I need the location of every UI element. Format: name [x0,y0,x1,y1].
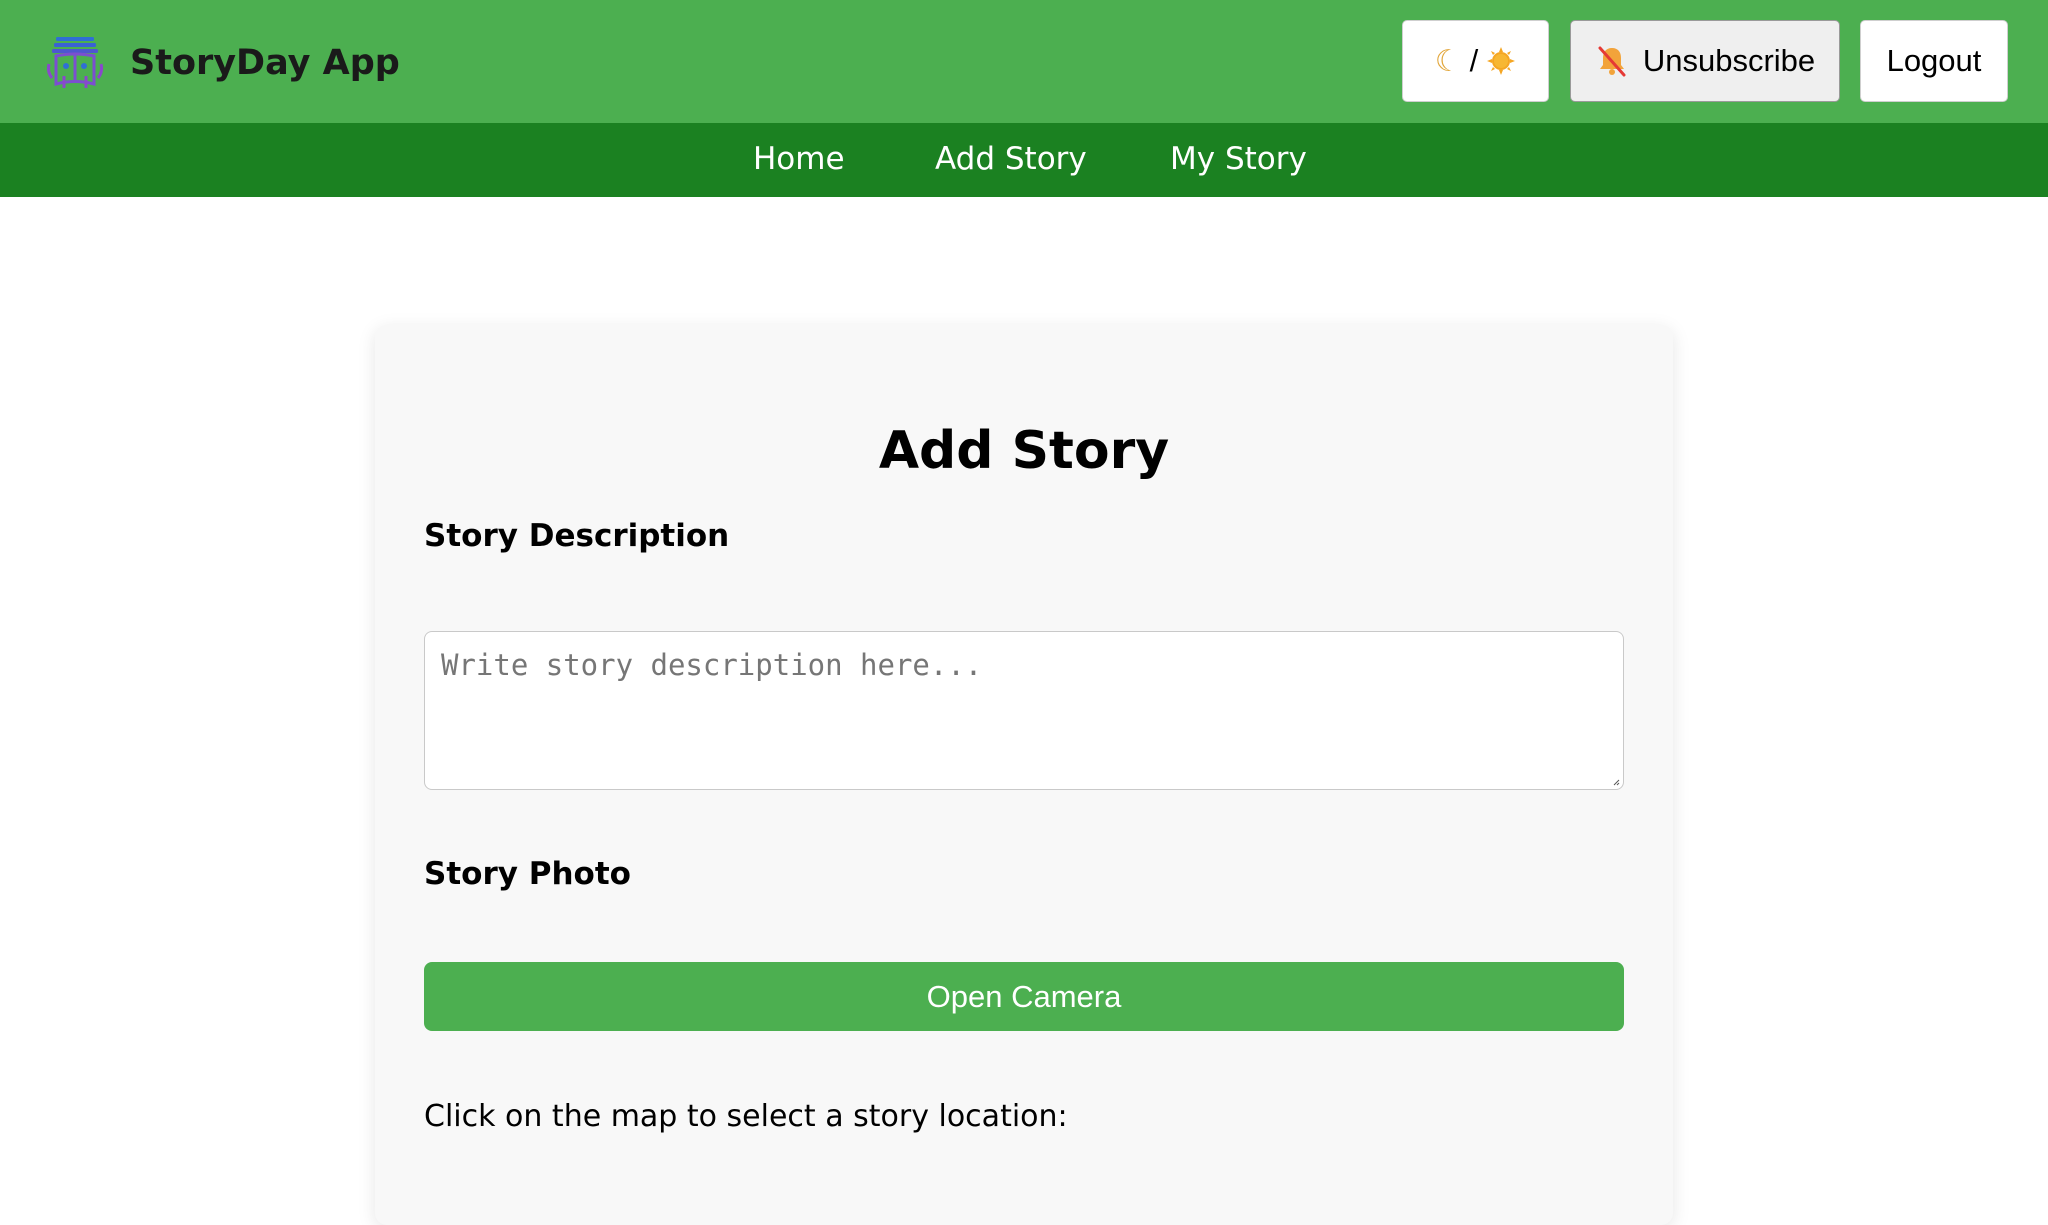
theme-toggle-button[interactable]: ☾ / [1402,20,1549,102]
brand: StoryDay App [44,28,400,98]
nav-item-my-story[interactable]: My Story [1170,141,1307,177]
story-photo-label: Story Photo [424,856,631,892]
logout-button[interactable]: Logout [1860,20,2008,102]
app-title: StoryDay App [130,43,400,83]
resize-handle-icon[interactable] [1612,778,1620,786]
story-description-label: Story Description [424,518,730,554]
main-nav: Home Add Story My Story [0,123,2048,197]
app-header: StoryDay App ☾ / Unsubscribe Logout [0,0,2048,123]
open-camera-button[interactable]: Open Camera [424,962,1624,1031]
unsubscribe-button[interactable]: Unsubscribe [1570,20,1840,102]
nav-item-add-story[interactable]: Add Story [935,141,1087,177]
nav-item-home[interactable]: Home [753,141,845,177]
map-hint-text: Click on the map to select a story locat… [424,1099,1068,1134]
story-description-input[interactable] [424,631,1624,790]
book-robot-logo-icon [46,37,104,88]
crescent-moon-icon: ☾ [1434,44,1462,78]
bell-off-icon [1598,46,1626,77]
theme-separator: / [1469,43,1479,78]
add-story-card: Add Story Story Description Story Photo … [375,325,1673,1225]
sun-icon [1487,47,1516,75]
unsubscribe-label: Unsubscribe [1642,43,1816,78]
page-title: Add Story [878,421,1170,481]
